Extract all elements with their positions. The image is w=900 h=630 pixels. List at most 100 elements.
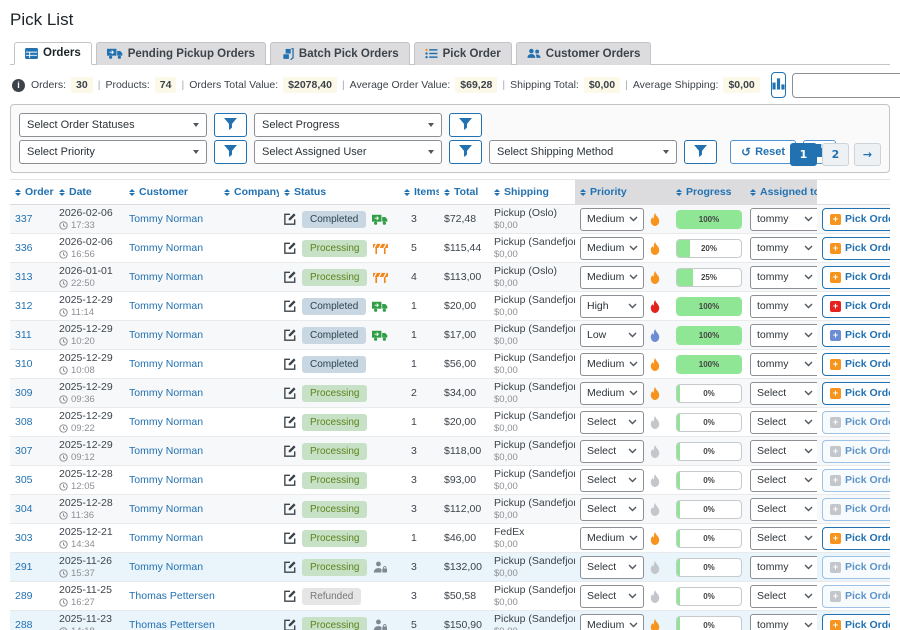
priority-filter-button[interactable] xyxy=(214,140,247,164)
order-id-link[interactable]: 336 xyxy=(15,242,33,254)
edit-status-icon[interactable] xyxy=(284,329,296,341)
priority-filter-select[interactable]: Select Priority xyxy=(19,140,207,164)
assigned-select[interactable]: Select xyxy=(750,527,817,550)
progress-filter-select[interactable]: Select Progress xyxy=(254,113,442,137)
edit-status-icon[interactable] xyxy=(284,532,296,544)
priority-select[interactable]: Medium xyxy=(580,382,644,405)
edit-status-icon[interactable] xyxy=(284,619,296,630)
customer-link[interactable]: Tommy Norman xyxy=(129,532,203,544)
priority-select[interactable]: Select xyxy=(580,556,644,579)
priority-select[interactable]: Select xyxy=(580,498,644,521)
col-header-assigned-to[interactable]: Assigned to xyxy=(745,180,817,205)
edit-status-icon[interactable] xyxy=(284,300,296,312)
edit-status-icon[interactable] xyxy=(284,416,296,428)
priority-select[interactable]: Select xyxy=(580,469,644,492)
pick-order-button[interactable]: +Pick Order xyxy=(822,614,890,630)
pick-order-button[interactable]: +Pick Order xyxy=(822,324,890,347)
customer-link[interactable]: Thomas Pettersen xyxy=(129,619,215,630)
assigned-user-filter-button[interactable] xyxy=(449,140,482,164)
search-input[interactable] xyxy=(792,73,900,98)
pick-order-button[interactable]: +Pick Order xyxy=(822,266,890,289)
tab-batch-pick-orders[interactable]: Batch Pick Orders xyxy=(270,42,410,65)
assigned-select[interactable]: tommy xyxy=(750,614,817,630)
edit-status-icon[interactable] xyxy=(284,445,296,457)
assigned-select[interactable]: Select xyxy=(750,440,817,463)
order-id-link[interactable]: 309 xyxy=(15,387,33,399)
assigned-select[interactable]: Select xyxy=(750,498,817,521)
customer-link[interactable]: Tommy Norman xyxy=(129,445,203,457)
col-header-shipping[interactable]: Shipping xyxy=(489,180,575,205)
order-id-link[interactable]: 291 xyxy=(15,561,33,573)
priority-select[interactable]: Medium xyxy=(580,527,644,550)
edit-status-icon[interactable] xyxy=(284,271,296,283)
pick-order-button[interactable]: +Pick Order xyxy=(822,469,890,492)
pick-order-button[interactable]: +Pick Order xyxy=(822,382,890,405)
col-header-total[interactable]: Total xyxy=(439,180,489,205)
priority-select[interactable]: Medium xyxy=(580,353,644,376)
priority-select[interactable]: High xyxy=(580,295,644,318)
edit-status-icon[interactable] xyxy=(284,590,296,602)
tab-pick-order[interactable]: Pick Order xyxy=(414,42,512,65)
pick-order-button[interactable]: +Pick Order xyxy=(822,353,890,376)
priority-select[interactable]: Low xyxy=(580,324,644,347)
priority-select[interactable]: Medium xyxy=(580,237,644,260)
assigned-select[interactable]: tommy xyxy=(750,237,817,260)
order-id-link[interactable]: 303 xyxy=(15,532,33,544)
next-page-button[interactable]: → xyxy=(854,143,881,166)
pick-order-button[interactable]: +Pick Order xyxy=(822,498,890,521)
customer-link[interactable]: Tommy Norman xyxy=(129,416,203,428)
assigned-select[interactable]: Select xyxy=(750,469,817,492)
order-statuses-filter-button[interactable] xyxy=(214,113,247,137)
pick-order-button[interactable]: +Pick Order xyxy=(822,237,890,260)
customer-link[interactable]: Tommy Norman xyxy=(129,474,203,486)
customer-link[interactable]: Tommy Norman xyxy=(129,329,203,341)
edit-status-icon[interactable] xyxy=(284,358,296,370)
col-header-date[interactable]: Date xyxy=(54,180,124,205)
customer-link[interactable]: Tommy Norman xyxy=(129,271,203,283)
edit-status-icon[interactable] xyxy=(284,213,296,225)
col-header-customer[interactable]: Customer xyxy=(124,180,219,205)
priority-select[interactable]: Select xyxy=(580,440,644,463)
order-id-link[interactable]: 312 xyxy=(15,300,33,312)
assigned-select[interactable]: tommy xyxy=(750,266,817,289)
order-id-link[interactable]: 289 xyxy=(15,590,33,602)
priority-select[interactable]: Select xyxy=(580,585,644,608)
col-header-items[interactable]: Items xyxy=(399,180,439,205)
order-id-link[interactable]: 308 xyxy=(15,416,33,428)
progress-filter-button[interactable] xyxy=(449,113,482,137)
pick-order-button[interactable]: +Pick Order xyxy=(822,295,890,318)
assigned-select[interactable]: Select xyxy=(750,382,817,405)
customer-link[interactable]: Thomas Pettersen xyxy=(129,590,215,602)
priority-select[interactable]: Medium xyxy=(580,614,644,630)
tab-pending-pickup-orders[interactable]: Pending Pickup Orders xyxy=(96,42,266,65)
order-id-link[interactable]: 288 xyxy=(15,619,33,630)
customer-link[interactable]: Tommy Norman xyxy=(129,300,203,312)
assigned-select[interactable]: tommy xyxy=(750,295,817,318)
order-id-link[interactable]: 310 xyxy=(15,358,33,370)
edit-status-icon[interactable] xyxy=(284,503,296,515)
assigned-select[interactable]: tommy xyxy=(750,353,817,376)
assigned-select[interactable]: Select xyxy=(750,585,817,608)
order-statuses-filter-select[interactable]: Select Order Statuses xyxy=(19,113,207,137)
edit-status-icon[interactable] xyxy=(284,561,296,573)
customer-link[interactable]: Tommy Norman xyxy=(129,358,203,370)
order-id-link[interactable]: 305 xyxy=(15,474,33,486)
priority-select[interactable]: Medium xyxy=(580,266,644,289)
customer-link[interactable]: Tommy Norman xyxy=(129,561,203,573)
col-header-status[interactable]: Status xyxy=(279,180,399,205)
chart-toggle-button[interactable] xyxy=(771,72,786,98)
pick-order-button[interactable]: +Pick Order xyxy=(822,208,890,231)
col-header-progress[interactable]: Progress xyxy=(671,180,745,205)
order-id-link[interactable]: 313 xyxy=(15,271,33,283)
tab-orders[interactable]: Orders xyxy=(14,42,92,65)
pick-order-button[interactable]: +Pick Order xyxy=(822,585,890,608)
col-header-company[interactable]: Company xyxy=(219,180,279,205)
order-id-link[interactable]: 311 xyxy=(15,329,32,341)
order-id-link[interactable]: 304 xyxy=(15,503,33,515)
priority-select[interactable]: Select xyxy=(580,411,644,434)
priority-select[interactable]: Medium xyxy=(580,208,644,231)
customer-link[interactable]: Tommy Norman xyxy=(129,213,203,225)
pick-order-button[interactable]: +Pick Order xyxy=(822,411,890,434)
pick-order-button[interactable]: +Pick Order xyxy=(822,556,890,579)
page-button-2[interactable]: 2 xyxy=(822,143,849,166)
